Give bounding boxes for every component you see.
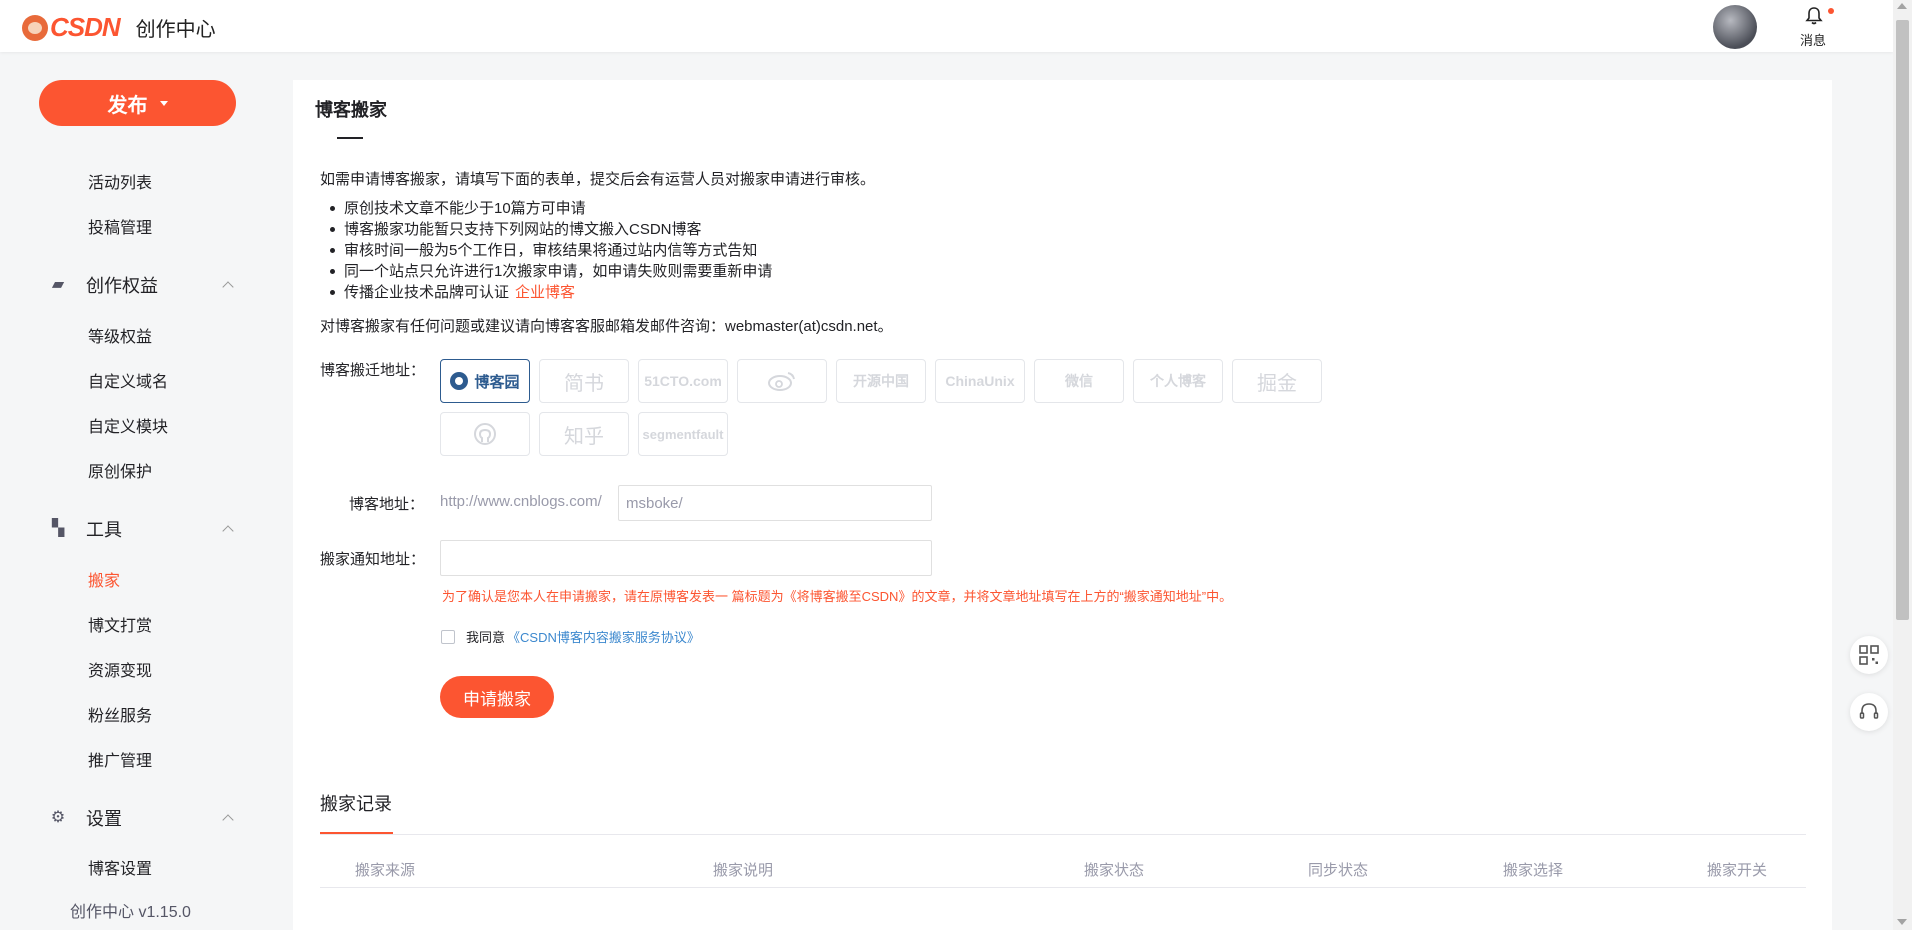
logo-text: CSDN xyxy=(50,12,121,42)
notice-text: 为了确认是您本人在申请搬家，请在原博客发表一 篇标题为《将博客搬至CSDN》的文… xyxy=(442,589,1233,604)
bell-icon[interactable] xyxy=(1799,6,1829,28)
column-header-selection: 搬家选择 xyxy=(1503,862,1564,879)
notification-dot xyxy=(1828,8,1834,14)
blog-url-label: 博客地址： xyxy=(349,496,425,513)
rule-item: 传播企业技术品牌可认证 企业博客 xyxy=(320,282,772,303)
blog-url-input[interactable]: msboke/ xyxy=(618,485,932,521)
blog-url-prefix: http://www.cnblogs.com/ xyxy=(440,493,602,510)
agreement-row: 我同意 《CSDN博客内容搬家服务协议》 xyxy=(441,627,700,646)
brush-icon: ▚ xyxy=(51,520,65,537)
notifications-label[interactable]: 消息 xyxy=(1796,30,1830,49)
site-jianshu[interactable]: 简书 xyxy=(539,359,629,403)
column-header-description: 搬家说明 xyxy=(713,862,774,879)
apply-button[interactable]: 申请搬家 xyxy=(440,676,554,718)
header-divider xyxy=(320,887,1806,888)
agree-label: 我同意 xyxy=(466,630,506,645)
sidebar-item-level[interactable]: 等级权益 xyxy=(88,323,152,347)
sidebar-item-fans[interactable]: 粉丝服务 xyxy=(88,702,152,726)
rule-item: 同一个站点只允许进行1次搬家申请，如申请失败则需要重新申请 xyxy=(320,261,772,282)
agree-checkbox[interactable] xyxy=(441,629,455,644)
scroll-up-arrow-icon[interactable] xyxy=(1897,3,1907,9)
csdn-mascot-icon xyxy=(22,14,48,41)
rule-item: 审核时间一般为5个工作日，审核结果将通过站内信等方式告知 xyxy=(320,240,772,261)
gear-icon: ⚙ xyxy=(50,809,66,826)
intro-text: 如需申请博客搬家，请填写下面的表单，提交后会有运营人员对搬家申请进行审核。 xyxy=(320,171,876,188)
app-title: 创作中心 xyxy=(135,19,216,41)
rule-item: 原创技术文章不能少于10篇方可申请 xyxy=(320,198,772,219)
notify-url-input[interactable] xyxy=(440,540,932,576)
records-divider xyxy=(320,834,1806,835)
sidebar-item-migration[interactable]: 搬家 xyxy=(88,567,120,591)
rules-list: 原创技术文章不能少于10篇方可申请 博客搬家功能暂只支持下列网站的博文搬入CSD… xyxy=(320,198,772,303)
enterprise-blog-link[interactable]: 企业博客 xyxy=(515,282,575,303)
sidebar-group-settings[interactable]: ⚙ 设置 xyxy=(50,805,234,831)
sidebar-item-custom-module[interactable]: 自定义模块 xyxy=(88,413,168,437)
site-oschina[interactable]: 开源中国 xyxy=(836,359,926,403)
weibo-icon xyxy=(768,372,795,391)
column-header-source: 搬家来源 xyxy=(355,862,416,879)
contact-text: 对博客搬家有任何问题或建议请向博客客服邮箱发邮件咨询：webmaster(at)… xyxy=(320,318,893,335)
github-icon xyxy=(474,423,496,445)
column-header-sync-status: 同步状态 xyxy=(1308,862,1369,879)
headset-icon xyxy=(1859,703,1879,719)
site-chinaunix[interactable]: ChinaUnix xyxy=(935,359,1025,403)
sidebar-item-activity-list[interactable]: 活动列表 xyxy=(88,169,152,193)
caret-down-icon xyxy=(159,100,168,106)
protocol-link[interactable]: 《CSDN博客内容搬家服务协议》 xyxy=(507,627,700,646)
publish-label: 发布 xyxy=(107,94,148,117)
page-scrollbar[interactable] xyxy=(1893,0,1912,930)
site-weibo[interactable] xyxy=(737,359,827,403)
customer-service-button[interactable] xyxy=(1850,693,1888,731)
scroll-thumb[interactable] xyxy=(1896,20,1909,620)
records-tab-underline xyxy=(320,832,393,834)
source-label: 博客搬迁地址： xyxy=(320,362,426,379)
sidebar-group-label: 创作权益 xyxy=(86,276,158,296)
qr-code-icon xyxy=(1859,645,1879,665)
sidebar-group-benefits[interactable]: ▰ 创作权益 xyxy=(50,272,234,298)
qr-code-button[interactable] xyxy=(1850,636,1888,674)
sidebar-item-submission[interactable]: 投稿管理 xyxy=(88,214,152,238)
publish-button[interactable]: 发布 xyxy=(39,80,236,126)
sidebar-group-tools[interactable]: ▚ 工具 xyxy=(50,516,234,542)
chevron-up-icon xyxy=(222,281,234,293)
records-title[interactable]: 搬家记录 xyxy=(320,790,392,816)
site-51cto[interactable]: 51CTO.com xyxy=(638,359,728,403)
rule-item: 博客搬家功能暂只支持下列网站的博文搬入CSDN博客 xyxy=(320,219,772,240)
site-personal-blog[interactable]: 个人博客 xyxy=(1133,359,1223,403)
wallet-icon: ▰ xyxy=(51,276,65,293)
site-zhihu[interactable]: 知乎 xyxy=(539,412,629,456)
site-juejin[interactable]: 掘金 xyxy=(1232,359,1322,403)
page-title: 博客搬家 xyxy=(315,100,387,120)
sidebar-item-reward[interactable]: 博文打赏 xyxy=(88,612,152,636)
sidebar-item-blog-settings[interactable]: 博客设置 xyxy=(88,855,152,879)
chevron-up-icon xyxy=(222,814,234,826)
site-segmentfault[interactable]: segmentfault xyxy=(638,412,728,456)
site-github[interactable] xyxy=(440,412,530,456)
sidebar-item-original-protection[interactable]: 原创保护 xyxy=(88,458,152,482)
scroll-down-arrow-icon[interactable] xyxy=(1897,919,1907,925)
sidebar-group-label: 设置 xyxy=(86,809,122,829)
csdn-logo[interactable]: CSDN 创作中心 xyxy=(22,12,216,43)
sidebar-item-monetize[interactable]: 资源变现 xyxy=(88,657,152,681)
sidebar-item-promotion[interactable]: 推广管理 xyxy=(88,747,152,771)
sidebar: 发布 活动列表 投稿管理 ▰ 创作权益 等级权益 自定义域名 自定义模块 原创保… xyxy=(0,52,276,930)
column-header-status: 搬家状态 xyxy=(1084,862,1145,879)
main-panel: 博客搬家 如需申请博客搬家，请填写下面的表单，提交后会有运营人员对搬家申请进行审… xyxy=(293,80,1832,930)
sidebar-item-domain[interactable]: 自定义域名 xyxy=(88,368,168,392)
top-bar: CSDN 创作中心 消息 xyxy=(0,0,1893,52)
chevron-up-icon xyxy=(222,525,234,537)
site-cnblogs[interactable]: 博客园 xyxy=(440,359,530,403)
title-underline xyxy=(337,137,363,139)
column-header-switch: 搬家开关 xyxy=(1707,862,1768,879)
notify-url-label: 搬家通知地址： xyxy=(320,551,426,568)
sidebar-group-label: 工具 xyxy=(86,520,122,540)
site-wechat[interactable]: 微信 xyxy=(1034,359,1124,403)
user-avatar[interactable] xyxy=(1713,5,1757,49)
version-label: 创作中心 v1.15.0 xyxy=(70,904,191,921)
cnblogs-icon xyxy=(450,372,469,390)
